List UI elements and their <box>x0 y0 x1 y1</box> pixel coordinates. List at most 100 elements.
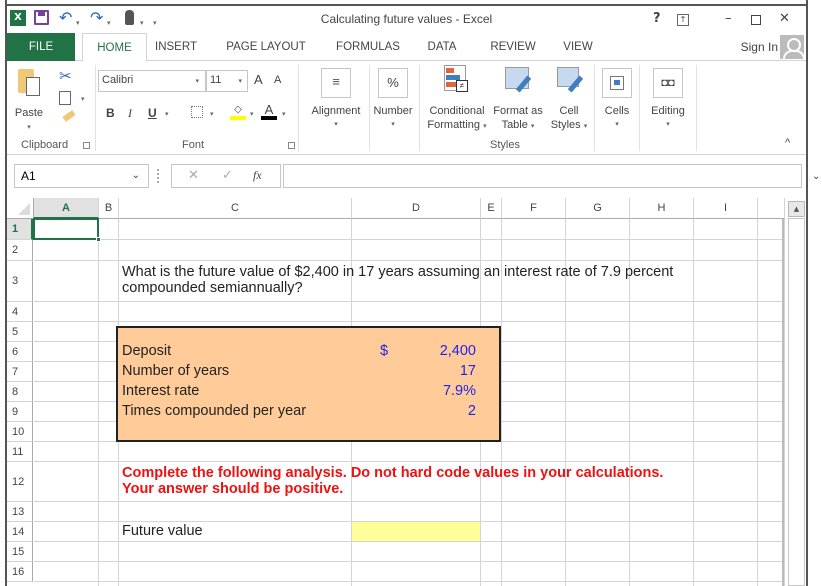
label-text: Table <box>501 119 528 131</box>
row-header-5[interactable]: 5 <box>7 322 33 342</box>
scroll-up-button[interactable]: ▲ <box>788 201 805 217</box>
cells-button[interactable]: Cells ▾ <box>597 67 637 128</box>
tab-data[interactable]: DATA <box>419 33 465 61</box>
tab-page-layout[interactable]: PAGE LAYOUT <box>221 33 311 61</box>
font-name-dropdown[interactable]: Calibri ▾ <box>98 70 206 92</box>
alignment-button[interactable]: ≡ Alignment ▾ <box>305 67 367 128</box>
decrease-font-size-button[interactable]: A <box>274 74 281 86</box>
column-header-i[interactable]: I <box>694 198 758 219</box>
column-header-d[interactable]: D <box>352 198 481 219</box>
user-avatar-icon[interactable] <box>780 35 804 59</box>
underline-dropdown-icon[interactable]: ▾ <box>165 110 169 118</box>
conditional-formatting-button[interactable]: ≠ Conditional Formatting ▾ <box>423 63 491 133</box>
chevron-down-icon: ▾ <box>530 123 535 130</box>
clipboard-dialog-launcher[interactable] <box>83 142 90 149</box>
column-header-c[interactable]: C <box>119 198 352 219</box>
formula-input[interactable] <box>283 164 802 188</box>
tab-insert[interactable]: INSERT <box>147 33 205 61</box>
formula-bar-grip[interactable] <box>157 169 159 183</box>
chevron-down-icon: ▾ <box>615 121 619 128</box>
underline-button[interactable]: U <box>148 106 157 120</box>
expand-formula-bar-icon[interactable]: ⌄ <box>812 171 820 182</box>
find-binoculars-icon: ◘◘ <box>653 68 683 98</box>
row-header-13[interactable]: 13 <box>7 502 33 522</box>
italic-button[interactable]: I <box>128 106 132 121</box>
row-header-16[interactable]: 16 <box>7 562 33 582</box>
insert-function-icon[interactable]: fx <box>253 168 262 183</box>
restore-button[interactable] <box>751 15 761 25</box>
vertical-scrollbar[interactable]: ▲ <box>787 198 806 586</box>
future-value-answer-cell[interactable] <box>352 522 480 541</box>
row-header-6[interactable]: 6 <box>7 342 33 362</box>
cut-icon[interactable]: ✂ <box>59 67 72 85</box>
font-color-dropdown-icon[interactable]: ▾ <box>282 110 286 118</box>
separator <box>639 65 640 151</box>
font-color-icon[interactable]: A <box>261 103 277 120</box>
worksheet-grid[interactable]: A B C D E F G H I 1 2 3 4 5 6 7 8 9 10 11 12 13 14 15 16 What is … <box>7 198 785 586</box>
column-header-j[interactable] <box>758 198 785 219</box>
column-header-g[interactable]: G <box>566 198 630 219</box>
label-text: Styles <box>550 119 581 131</box>
column-header-a[interactable]: A <box>34 198 99 219</box>
row-header-3[interactable]: 3 <box>7 261 33 302</box>
fill-handle[interactable] <box>96 237 101 242</box>
row-header-12[interactable]: 12 <box>7 462 33 502</box>
row-header-10[interactable]: 10 <box>7 422 33 442</box>
sign-in-link[interactable]: Sign In <box>741 40 778 54</box>
cell-styles-button[interactable]: Cell Styles ▾ <box>547 63 591 133</box>
chevron-down-icon: ▾ <box>483 123 487 130</box>
confirm-entry-icon[interactable]: ✓ <box>222 168 233 183</box>
row-header-2[interactable]: 2 <box>7 240 33 261</box>
chevron-down-icon: ▾ <box>334 121 338 128</box>
collapse-ribbon-button[interactable]: ^ <box>785 137 790 149</box>
increase-font-size-button[interactable]: A <box>254 72 263 87</box>
number-format-button[interactable]: % Number ▾ <box>370 67 416 128</box>
close-button[interactable]: ✕ <box>779 11 790 26</box>
row-header-11[interactable]: 11 <box>7 442 33 462</box>
row-header-7[interactable]: 7 <box>7 362 33 382</box>
help-button[interactable]: ? <box>653 11 661 26</box>
borders-dropdown-icon[interactable]: ▾ <box>210 110 214 118</box>
row-header-14[interactable]: 14 <box>7 522 33 542</box>
format-painter-icon[interactable] <box>62 110 76 122</box>
active-cell-a1[interactable] <box>33 218 101 242</box>
column-header-b[interactable]: B <box>99 198 119 219</box>
name-box[interactable]: A1 ⌄ <box>14 164 149 188</box>
select-all-button[interactable] <box>7 198 34 219</box>
row-header-9[interactable]: 9 <box>7 402 33 422</box>
scroll-track[interactable] <box>788 218 805 586</box>
ribbon-display-options-button[interactable]: ↑ <box>677 14 689 26</box>
row-header-15[interactable]: 15 <box>7 542 33 562</box>
format-as-table-button[interactable]: Format as Table ▾ <box>491 63 545 133</box>
tab-review[interactable]: REVIEW <box>483 33 543 61</box>
paste-dropdown-icon[interactable]: ▾ <box>15 121 43 134</box>
row-header-1[interactable]: 1 <box>7 219 33 240</box>
fill-color-dropdown-icon[interactable]: ▾ <box>250 110 254 118</box>
row-header-4[interactable]: 4 <box>7 302 33 322</box>
editing-button[interactable]: ◘◘ Editing ▾ <box>643 67 693 128</box>
align-center-icon: ≡ <box>321 68 351 98</box>
tab-formulas[interactable]: FORMULAS <box>331 33 405 61</box>
copy-icon[interactable] <box>59 91 71 105</box>
row-header-8[interactable]: 8 <box>7 382 33 402</box>
font-size-dropdown[interactable]: 11 ▾ <box>206 70 248 92</box>
input-value: 17 <box>459 363 476 379</box>
borders-icon[interactable] <box>191 106 203 118</box>
gridline <box>34 461 785 462</box>
paste-button[interactable]: Paste ▾ <box>15 67 45 133</box>
tab-view[interactable]: VIEW <box>557 33 599 61</box>
copy-dropdown-icon[interactable]: ▾ <box>81 95 85 103</box>
cancel-entry-icon[interactable]: ✕ <box>188 168 199 183</box>
tab-file[interactable]: FILE <box>7 33 75 61</box>
gridline <box>757 219 758 586</box>
column-header-h[interactable]: H <box>630 198 694 219</box>
chevron-down-icon: ⌄ <box>131 170 140 181</box>
font-dialog-launcher[interactable] <box>288 142 295 149</box>
fill-color-icon[interactable]: ◇ <box>230 104 246 120</box>
tab-home[interactable]: HOME <box>82 33 147 62</box>
bold-button[interactable]: B <box>106 106 115 120</box>
column-header-e[interactable]: E <box>481 198 502 219</box>
column-header-f[interactable]: F <box>502 198 566 219</box>
minimize-button[interactable]: – <box>725 11 732 26</box>
input-value: 7.9% <box>442 383 476 399</box>
